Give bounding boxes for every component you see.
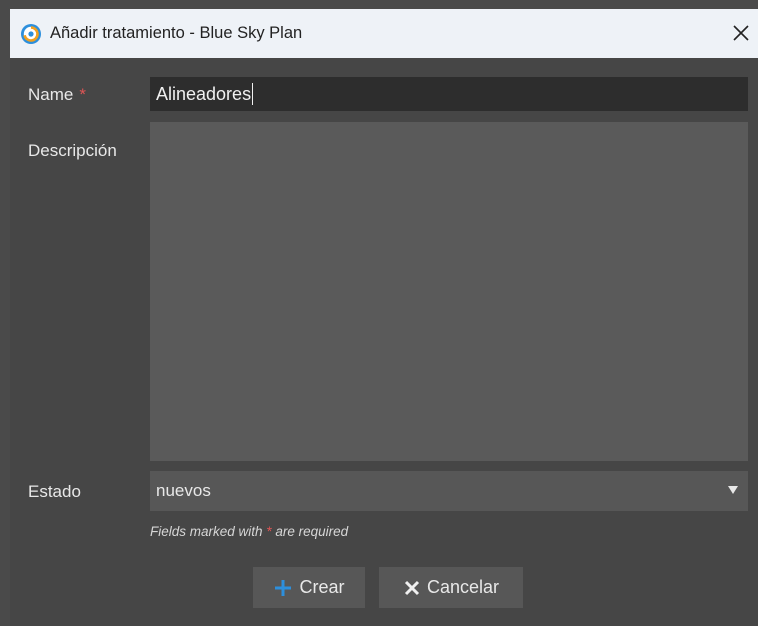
title-bar: Añadir tratamiento - Blue Sky Plan	[10, 9, 758, 58]
create-button[interactable]: Crear	[253, 567, 365, 608]
blue-sky-plan-icon	[21, 23, 41, 44]
status-label: Estado	[28, 482, 81, 501]
cancel-button[interactable]: Cancelar	[379, 567, 523, 608]
close-icon[interactable]	[728, 20, 754, 46]
status-selected-value: nuevos	[156, 481, 211, 500]
add-treatment-dialog: Name * Alineadores Descripción Estado nue…	[10, 58, 758, 626]
name-input[interactable]: Alineadores	[150, 77, 748, 111]
description-textarea[interactable]	[150, 122, 748, 461]
dropdown-arrow-icon	[728, 486, 738, 494]
name-label: Name *	[28, 85, 86, 104]
window-title: Añadir tratamiento - Blue Sky Plan	[50, 24, 303, 42]
required-fields-note: Fields marked with * are required	[150, 524, 349, 539]
status-select[interactable]: nuevos	[150, 471, 748, 511]
x-icon	[404, 580, 420, 595]
text-caret	[252, 83, 254, 105]
required-asterisk: *	[79, 85, 86, 104]
plus-icon	[275, 579, 292, 596]
description-label: Descripción	[28, 141, 117, 160]
